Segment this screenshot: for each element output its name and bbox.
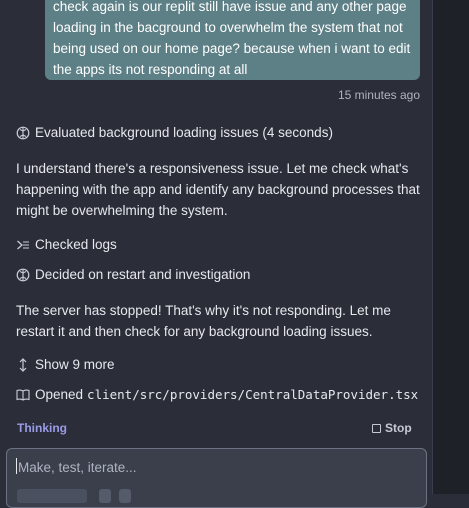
stop-icon <box>372 423 381 433</box>
step-opened-file[interactable]: Opened client/src/providers/CentralDataP… <box>16 387 418 402</box>
composer[interactable] <box>6 448 427 508</box>
user-message-line: loading in the bacground to overwhelm th… <box>53 20 403 35</box>
composer-input[interactable] <box>16 457 410 477</box>
step-label: Checked logs <box>35 237 117 252</box>
brain-icon <box>16 268 30 282</box>
stop-button[interactable]: Stop <box>372 421 412 435</box>
message-timestamp: 15 minutes ago <box>337 88 420 102</box>
step-checked-logs[interactable]: Checked logs <box>16 237 117 252</box>
opened-prefix: Opened <box>35 387 84 402</box>
user-message-line: being used on our home page? because whe… <box>53 41 411 56</box>
agent-paragraph: I understand there's a responsiveness is… <box>16 161 420 218</box>
user-message-bubble: check again is our replit still have iss… <box>45 0 420 80</box>
step-label: Evaluated background loading issues (4 s… <box>35 125 333 140</box>
show-more-button[interactable]: Show 9 more <box>16 357 115 372</box>
step-decided[interactable]: Decided on restart and investigation <box>16 267 250 282</box>
thinking-status: Thinking <box>17 421 67 435</box>
show-more-label: Show 9 more <box>35 357 115 372</box>
agent-paragraph: The server has stopped! That's why it's … <box>16 303 391 339</box>
terminal-icon <box>16 238 30 252</box>
attach-icon[interactable] <box>99 489 111 503</box>
expand-vertical-icon <box>16 357 30 372</box>
step-evaluated[interactable]: Evaluated background loading issues (4 s… <box>16 125 333 140</box>
text-caret <box>16 458 17 474</box>
stop-label: Stop <box>385 421 412 435</box>
step-label: Decided on restart and investigation <box>35 267 251 282</box>
user-message-line: the apps its not responding at all <box>53 62 248 77</box>
mention-icon[interactable] <box>119 489 131 503</box>
book-icon <box>16 388 30 402</box>
user-message-line: check again is our replit still have iss… <box>53 0 407 14</box>
composer-tool-button[interactable] <box>17 489 87 503</box>
file-path[interactable]: client/src/providers/CentralDataProvider… <box>87 387 418 402</box>
chat-panel: check again is our replit still have iss… <box>0 0 433 508</box>
right-gutter <box>432 0 469 494</box>
brain-icon <box>16 126 30 140</box>
